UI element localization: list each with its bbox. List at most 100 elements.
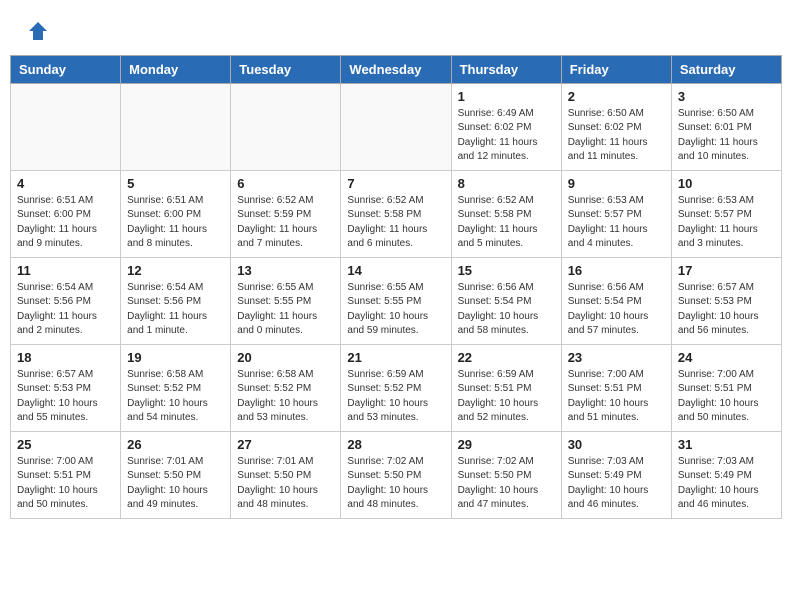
calendar-cell: 5 Sunrise: 6:51 AM Sunset: 6:00 PM Daylig… xyxy=(121,170,231,257)
calendar-cell: 25Sunrise: 7:00 AM Sunset: 5:51 PM Dayli… xyxy=(11,431,121,518)
day-number: 18 xyxy=(17,350,114,365)
day-info: Sunrise: 7:01 AM Sunset: 5:50 PM Dayligh… xyxy=(237,455,334,513)
day-number: 28 xyxy=(347,437,444,452)
week-row-5: 25Sunrise: 7:00 AM Sunset: 5:51 PM Dayli… xyxy=(11,431,782,518)
day-info: Sunrise: 6:52 AM Sunset: 5:59 PM Dayligh… xyxy=(237,194,334,252)
calendar-cell: 11 Sunrise: 6:54 AM Sunset: 5:56 PM Dayli… xyxy=(11,257,121,344)
calendar-cell: 7 Sunrise: 6:52 AM Sunset: 5:58 PM Daylig… xyxy=(341,170,451,257)
day-number: 9 xyxy=(568,176,665,191)
calendar-cell: 31Sunrise: 7:03 AM Sunset: 5:49 PM Dayli… xyxy=(671,431,781,518)
day-info: Sunrise: 6:53 AM Sunset: 5:57 PM Dayligh… xyxy=(568,194,665,252)
logo xyxy=(25,20,49,45)
day-info: Sunrise: 7:01 AM Sunset: 5:50 PM Dayligh… xyxy=(127,455,224,513)
weekday-header-sunday: Sunday xyxy=(11,55,121,83)
logo-icon-shape xyxy=(27,20,49,47)
day-info: Sunrise: 6:55 AM Sunset: 5:55 PM Dayligh… xyxy=(347,281,444,339)
calendar-cell: 3 Sunrise: 6:50 AM Sunset: 6:01 PM Daylig… xyxy=(671,83,781,170)
day-number: 13 xyxy=(237,263,334,278)
day-number: 7 xyxy=(347,176,444,191)
day-info: Sunrise: 6:53 AM Sunset: 5:57 PM Dayligh… xyxy=(678,194,775,252)
weekday-header-monday: Monday xyxy=(121,55,231,83)
calendar-cell: 9 Sunrise: 6:53 AM Sunset: 5:57 PM Daylig… xyxy=(561,170,671,257)
calendar-cell: 20 Sunrise: 6:58 AM Sunset: 5:52 PM Dayli… xyxy=(231,344,341,431)
weekday-header-wednesday: Wednesday xyxy=(341,55,451,83)
day-number: 27 xyxy=(237,437,334,452)
day-number: 4 xyxy=(17,176,114,191)
day-info: Sunrise: 6:58 AM Sunset: 5:52 PM Dayligh… xyxy=(127,368,224,426)
day-number: 26 xyxy=(127,437,224,452)
day-info: Sunrise: 7:00 AM Sunset: 5:51 PM Dayligh… xyxy=(17,455,114,513)
day-number: 2 xyxy=(568,89,665,104)
weekday-header-row: SundayMondayTuesdayWednesdayThursdayFrid… xyxy=(11,55,782,83)
day-number: 1 xyxy=(458,89,555,104)
calendar-cell xyxy=(341,83,451,170)
day-number: 29 xyxy=(458,437,555,452)
day-info: Sunrise: 7:00 AM Sunset: 5:51 PM Dayligh… xyxy=(678,368,775,426)
page-header xyxy=(10,10,782,50)
weekday-header-thursday: Thursday xyxy=(451,55,561,83)
calendar-cell: 22Sunrise: 6:59 AM Sunset: 5:51 PM Dayli… xyxy=(451,344,561,431)
calendar-cell: 23 Sunrise: 7:00 AM Sunset: 5:51 PM Dayli… xyxy=(561,344,671,431)
day-info: Sunrise: 6:50 AM Sunset: 6:01 PM Dayligh… xyxy=(678,107,775,165)
calendar-cell: 15 Sunrise: 6:56 AM Sunset: 5:54 PM Dayli… xyxy=(451,257,561,344)
day-info: Sunrise: 6:52 AM Sunset: 5:58 PM Dayligh… xyxy=(458,194,555,252)
day-number: 15 xyxy=(458,263,555,278)
day-info: Sunrise: 6:54 AM Sunset: 5:56 PM Dayligh… xyxy=(17,281,114,339)
day-info: Sunrise: 6:56 AM Sunset: 5:54 PM Dayligh… xyxy=(568,281,665,339)
calendar-cell xyxy=(121,83,231,170)
calendar-cell: 21Sunrise: 6:59 AM Sunset: 5:52 PM Dayli… xyxy=(341,344,451,431)
calendar-cell: 18 Sunrise: 6:57 AM Sunset: 5:53 PM Dayli… xyxy=(11,344,121,431)
day-number: 8 xyxy=(458,176,555,191)
calendar-cell: 30 Sunrise: 7:03 AM Sunset: 5:49 PM Dayli… xyxy=(561,431,671,518)
calendar-cell: 12 Sunrise: 6:54 AM Sunset: 5:56 PM Dayli… xyxy=(121,257,231,344)
day-info: Sunrise: 6:55 AM Sunset: 5:55 PM Dayligh… xyxy=(237,281,334,339)
calendar-cell: 29Sunrise: 7:02 AM Sunset: 5:50 PM Dayli… xyxy=(451,431,561,518)
day-number: 11 xyxy=(17,263,114,278)
day-number: 5 xyxy=(127,176,224,191)
day-number: 19 xyxy=(127,350,224,365)
day-info: Sunrise: 6:51 AM Sunset: 6:00 PM Dayligh… xyxy=(127,194,224,252)
calendar-cell: 14 Sunrise: 6:55 AM Sunset: 5:55 PM Dayli… xyxy=(341,257,451,344)
day-number: 16 xyxy=(568,263,665,278)
day-number: 3 xyxy=(678,89,775,104)
calendar-cell: 27 Sunrise: 7:01 AM Sunset: 5:50 PM Dayli… xyxy=(231,431,341,518)
day-number: 6 xyxy=(237,176,334,191)
day-number: 30 xyxy=(568,437,665,452)
calendar-table: SundayMondayTuesdayWednesdayThursdayFrid… xyxy=(10,55,782,519)
day-number: 17 xyxy=(678,263,775,278)
calendar-cell: 24 Sunrise: 7:00 AM Sunset: 5:51 PM Dayli… xyxy=(671,344,781,431)
calendar-cell: 8 Sunrise: 6:52 AM Sunset: 5:58 PM Daylig… xyxy=(451,170,561,257)
calendar-cell: 28Sunrise: 7:02 AM Sunset: 5:50 PM Dayli… xyxy=(341,431,451,518)
day-info: Sunrise: 6:51 AM Sunset: 6:00 PM Dayligh… xyxy=(17,194,114,252)
day-info: Sunrise: 7:03 AM Sunset: 5:49 PM Dayligh… xyxy=(568,455,665,513)
day-number: 10 xyxy=(678,176,775,191)
day-info: Sunrise: 6:54 AM Sunset: 5:56 PM Dayligh… xyxy=(127,281,224,339)
day-info: Sunrise: 6:52 AM Sunset: 5:58 PM Dayligh… xyxy=(347,194,444,252)
calendar-cell: 4 Sunrise: 6:51 AM Sunset: 6:00 PM Daylig… xyxy=(11,170,121,257)
calendar-cell xyxy=(231,83,341,170)
week-row-1: 1Sunrise: 6:49 AM Sunset: 6:02 PM Daylig… xyxy=(11,83,782,170)
calendar-cell: 1Sunrise: 6:49 AM Sunset: 6:02 PM Daylig… xyxy=(451,83,561,170)
calendar-cell: 17 Sunrise: 6:57 AM Sunset: 5:53 PM Dayli… xyxy=(671,257,781,344)
day-number: 23 xyxy=(568,350,665,365)
weekday-header-saturday: Saturday xyxy=(671,55,781,83)
day-info: Sunrise: 7:00 AM Sunset: 5:51 PM Dayligh… xyxy=(568,368,665,426)
calendar-cell: 13 Sunrise: 6:55 AM Sunset: 5:55 PM Dayli… xyxy=(231,257,341,344)
day-info: Sunrise: 6:56 AM Sunset: 5:54 PM Dayligh… xyxy=(458,281,555,339)
calendar-cell: 19 Sunrise: 6:58 AM Sunset: 5:52 PM Dayli… xyxy=(121,344,231,431)
week-row-4: 18 Sunrise: 6:57 AM Sunset: 5:53 PM Dayli… xyxy=(11,344,782,431)
day-number: 21 xyxy=(347,350,444,365)
week-row-2: 4 Sunrise: 6:51 AM Sunset: 6:00 PM Daylig… xyxy=(11,170,782,257)
day-number: 14 xyxy=(347,263,444,278)
calendar-cell: 26 Sunrise: 7:01 AM Sunset: 5:50 PM Dayli… xyxy=(121,431,231,518)
calendar-cell: 16 Sunrise: 6:56 AM Sunset: 5:54 PM Dayli… xyxy=(561,257,671,344)
day-number: 31 xyxy=(678,437,775,452)
day-number: 20 xyxy=(237,350,334,365)
calendar-cell: 2Sunrise: 6:50 AM Sunset: 6:02 PM Daylig… xyxy=(561,83,671,170)
day-info: Sunrise: 6:57 AM Sunset: 5:53 PM Dayligh… xyxy=(678,281,775,339)
day-info: Sunrise: 6:57 AM Sunset: 5:53 PM Dayligh… xyxy=(17,368,114,426)
day-info: Sunrise: 6:58 AM Sunset: 5:52 PM Dayligh… xyxy=(237,368,334,426)
weekday-header-tuesday: Tuesday xyxy=(231,55,341,83)
day-number: 24 xyxy=(678,350,775,365)
day-number: 12 xyxy=(127,263,224,278)
